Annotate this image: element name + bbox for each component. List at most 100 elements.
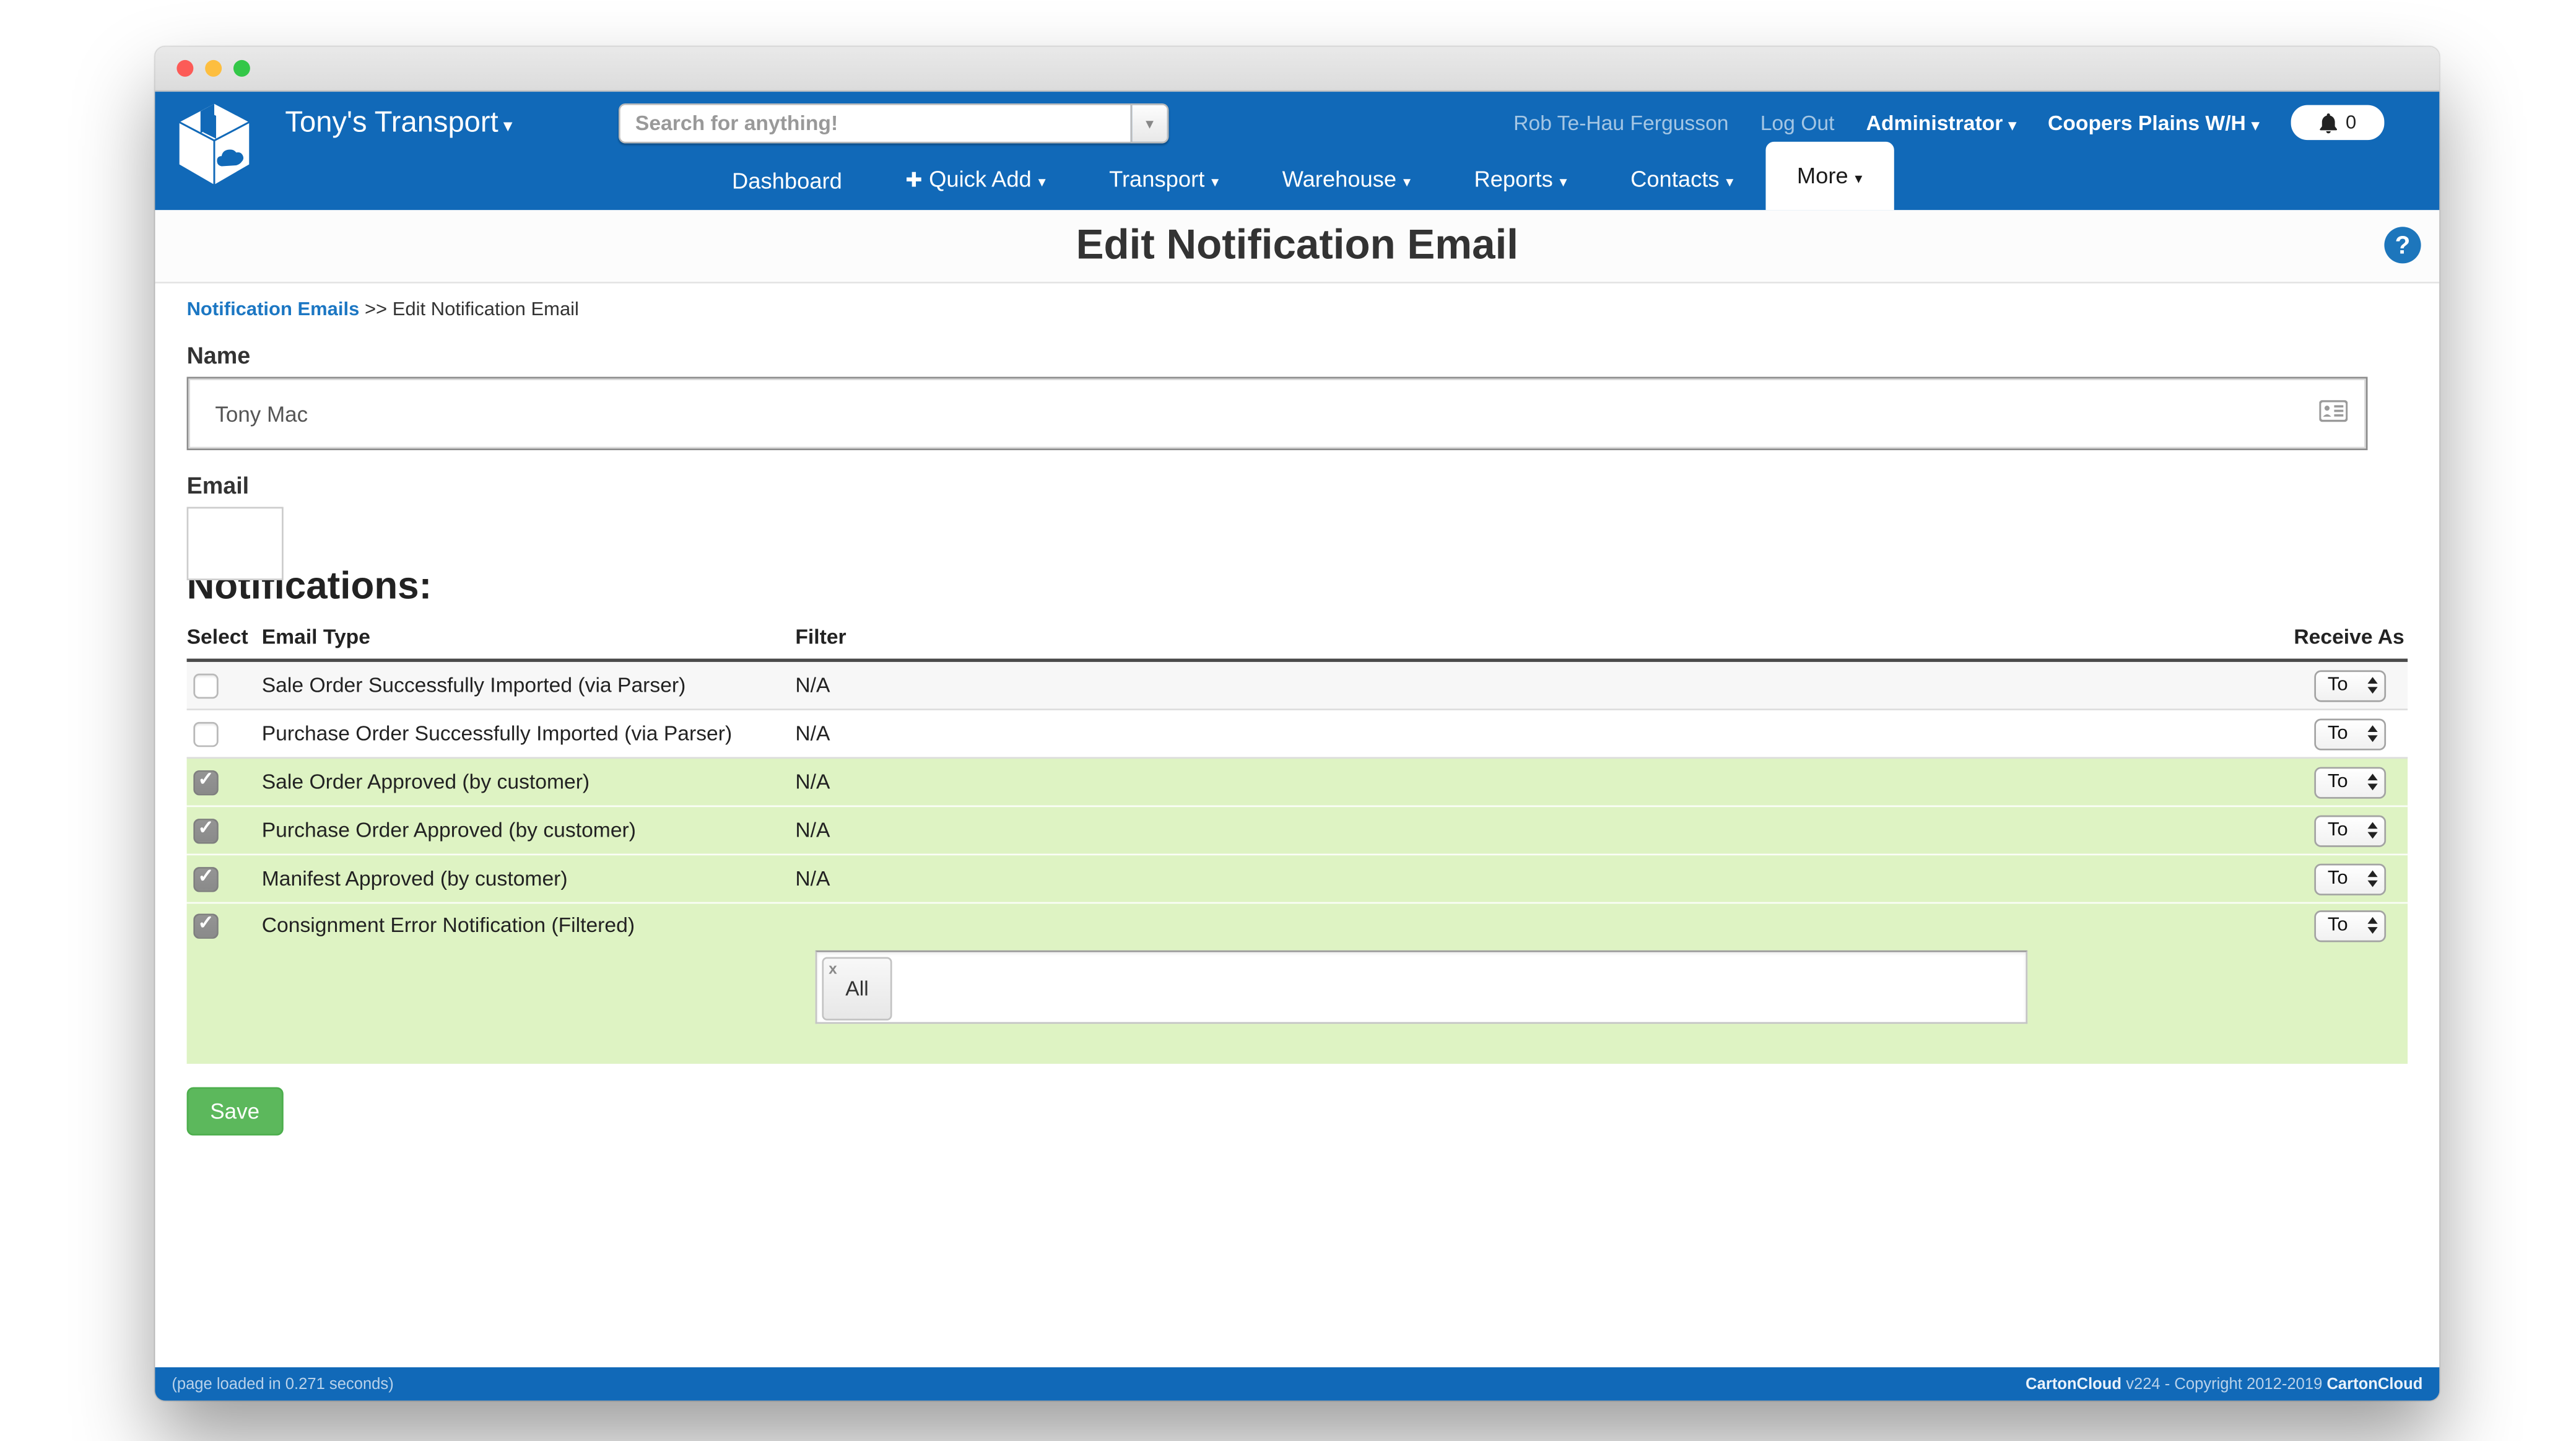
nav-transport[interactable]: Transport ▾ xyxy=(1077,152,1251,210)
role-dropdown[interactable]: Administrator ▾ xyxy=(1866,111,2016,134)
role-label: Administrator xyxy=(1866,111,2003,134)
select-stepper-icon xyxy=(2367,870,2378,887)
nav-more-label: More xyxy=(1796,163,1848,189)
chevron-down-icon: ▾ xyxy=(1726,173,1734,190)
nav-contacts[interactable]: Contacts ▾ xyxy=(1599,152,1765,210)
email-type-label: Manifest Approved (by customer) xyxy=(261,867,568,890)
search-input[interactable] xyxy=(618,103,1131,144)
warehouse-label: Coopers Plains W/H xyxy=(2048,111,2246,134)
tenant-name: Tony's Transport xyxy=(285,105,498,139)
receive-as-value: To xyxy=(2327,915,2348,936)
filter-value: N/A xyxy=(795,721,830,746)
global-search: ▼ xyxy=(618,103,1169,144)
filter-value: N/A xyxy=(795,770,830,794)
select-stepper-icon xyxy=(2367,773,2378,791)
receive-as-value: To xyxy=(2327,723,2348,744)
nav-transport-label: Transport xyxy=(1109,167,1205,192)
page-content: Notification Emails >> Edit Notification… xyxy=(155,283,2440,1367)
brand-name: CartonCloud xyxy=(2026,1375,2122,1393)
email-label: Email xyxy=(186,472,250,499)
email-type-label: Purchase Order Successfully Imported (vi… xyxy=(261,721,733,746)
table-row: ✓ Purchase Order Successfully Imported (… xyxy=(186,708,2408,757)
warehouse-dropdown[interactable]: Coopers Plains W/H ▾ xyxy=(2048,111,2259,134)
nav-quick-add[interactable]: ✚ Quick Add ▾ xyxy=(874,152,1077,210)
nav-reports[interactable]: Reports ▾ xyxy=(1442,152,1599,210)
col-select: Select xyxy=(186,625,248,649)
plus-icon: ✚ xyxy=(905,168,923,192)
select-stepper-icon xyxy=(2367,916,2378,934)
brand-name: CartonCloud xyxy=(2326,1375,2423,1393)
chevron-down-icon: ▾ xyxy=(1038,173,1046,190)
logout-link[interactable]: Log Out xyxy=(1760,111,1835,134)
nav-contacts-label: Contacts xyxy=(1630,167,1720,192)
current-user-link[interactable]: Rob Te-Hau Fergusson xyxy=(1513,111,1728,134)
row-checkbox[interactable]: ✓ xyxy=(193,913,219,938)
receive-as-value: To xyxy=(2327,820,2348,841)
name-field[interactable] xyxy=(186,377,2368,451)
receive-as-select[interactable]: To xyxy=(2314,766,2387,798)
bell-icon xyxy=(2319,112,2337,133)
chevron-down-icon: ▾ xyxy=(2008,116,2016,133)
name-label: Name xyxy=(186,341,251,369)
zoom-window-button[interactable] xyxy=(233,59,250,77)
close-window-button[interactable] xyxy=(176,59,194,77)
receive-as-select[interactable]: To xyxy=(2314,863,2387,895)
search-scope-dropdown[interactable]: ▼ xyxy=(1130,103,1169,144)
email-type-label: Sale Order Successfully Imported (via Pa… xyxy=(261,673,686,697)
filter-multiselect[interactable]: x All xyxy=(815,950,2028,1024)
filter-value: N/A xyxy=(795,867,830,890)
remove-tag-icon[interactable]: x xyxy=(829,960,837,977)
minimize-window-button[interactable] xyxy=(205,59,222,77)
row-checkbox[interactable]: ✓ xyxy=(193,866,219,892)
copyright-text: CartonCloud v224 - Copyright 2012-2019 C… xyxy=(2026,1375,2422,1393)
row-checkbox[interactable]: ✓ xyxy=(193,769,219,795)
notifications-button[interactable]: 0 xyxy=(2291,105,2385,141)
question-mark-icon: ? xyxy=(2395,230,2411,259)
nav-warehouse[interactable]: Warehouse ▾ xyxy=(1250,152,1442,210)
select-stepper-icon xyxy=(2367,725,2378,742)
breadcrumb-notification-emails-link[interactable]: Notification Emails xyxy=(187,300,360,320)
check-icon: ✓ xyxy=(198,770,214,791)
receive-as-select[interactable]: To xyxy=(2314,909,2387,941)
contact-card-icon xyxy=(2319,400,2348,422)
row-checkbox[interactable]: ✓ xyxy=(193,721,219,746)
screen: Tony's Transport▾ ▼ Rob Te-Hau Fergusson… xyxy=(0,0,2576,1441)
breadcrumb-separator: >> xyxy=(364,300,388,320)
row-checkbox[interactable]: ✓ xyxy=(193,673,219,698)
help-button[interactable]: ? xyxy=(2384,227,2421,264)
select-stepper-icon xyxy=(2367,677,2378,694)
nav-more[interactable]: More ▾ xyxy=(1765,141,1894,211)
receive-as-value: To xyxy=(2327,772,2348,792)
table-header: Select Email Type Filter Receive As xyxy=(186,625,2408,662)
col-email-type: Email Type xyxy=(261,625,370,649)
table-row: ✓ Sale Order Successfully Imported (via … xyxy=(186,661,2408,709)
receive-as-select[interactable]: To xyxy=(2314,669,2387,702)
app-footer: (page loaded in 0.271 seconds) CartonClo… xyxy=(155,1367,2440,1401)
receive-as-value: To xyxy=(2327,868,2348,889)
receive-as-select[interactable]: To xyxy=(2314,814,2387,847)
breadcrumb: Notification Emails >> Edit Notification… xyxy=(187,300,2408,320)
receive-as-value: To xyxy=(2327,675,2348,695)
table-row: ✓ Manifest Approved (by customer) N/A To xyxy=(186,853,2408,902)
app-header: Tony's Transport▾ ▼ Rob Te-Hau Fergusson… xyxy=(155,92,2440,211)
row-checkbox[interactable]: ✓ xyxy=(193,817,219,843)
filter-value: N/A xyxy=(795,673,830,697)
page-header-band: Edit Notification Email ? xyxy=(155,210,2440,284)
nav-reports-label: Reports xyxy=(1474,167,1553,192)
chevron-down-icon: ▾ xyxy=(1211,173,1219,190)
save-button[interactable]: Save xyxy=(186,1087,283,1136)
nav-quick-add-label: Quick Add xyxy=(929,167,1032,192)
chevron-down-icon: ▾ xyxy=(1559,173,1567,190)
chevron-down-icon: ▾ xyxy=(2252,116,2260,133)
receive-as-select[interactable]: To xyxy=(2314,718,2387,750)
email-field[interactable] xyxy=(186,507,284,581)
nav-dashboard[interactable]: Dashboard xyxy=(700,154,874,211)
tenant-menu[interactable]: Tony's Transport ▾ xyxy=(285,105,512,141)
filter-value: N/A xyxy=(795,819,830,842)
notification-count-badge: 0 xyxy=(2345,112,2357,133)
select-stepper-icon xyxy=(2367,822,2378,839)
chevron-down-icon: ▾ xyxy=(1855,170,1863,187)
table-row-with-filter: ✓ Consignment Error Notification (Filter… xyxy=(186,902,2408,1064)
col-receive-as: Receive As xyxy=(2294,625,2404,649)
email-type-label: Consignment Error Notification (Filtered… xyxy=(261,913,635,938)
